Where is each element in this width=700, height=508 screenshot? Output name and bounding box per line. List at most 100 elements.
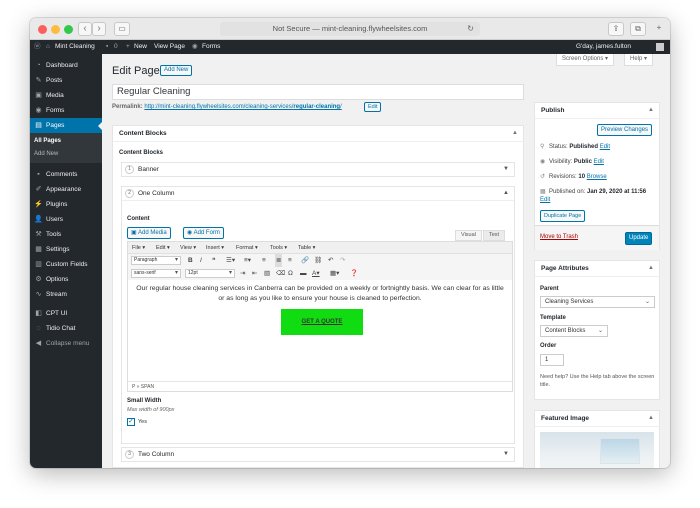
sidebar-icon[interactable]: ▭ (114, 22, 130, 36)
image-icon[interactable]: ▧ (264, 267, 270, 280)
collapse-menu-button[interactable]: ◀ Collapse menu (30, 336, 102, 351)
wysiwyg-editor[interactable]: File ▾ Edit ▾ View ▾ Insert ▾ Format ▾ T… (127, 241, 513, 392)
parent-select[interactable]: Cleaning Services ⌄ (540, 296, 655, 308)
help-tab[interactable]: Help ▾ (624, 54, 654, 66)
add-form-button[interactable]: ◉ Add Form (183, 227, 224, 239)
chevron-left-icon[interactable]: ‹ (78, 22, 92, 36)
unlink-icon[interactable]: ⛓ (314, 254, 322, 267)
address-bar[interactable]: Not Secure — mint-cleaning.flywheelsites… (220, 22, 480, 36)
edit-permalink-button[interactable]: Edit (364, 102, 382, 112)
omega-icon[interactable]: Ω (288, 267, 293, 280)
sidebar-item-plugins[interactable]: ⚡ Plugins (30, 197, 102, 212)
caret-up-icon[interactable]: ▲ (503, 187, 509, 200)
align-left-icon[interactable]: ≡ (262, 254, 266, 267)
publish-header[interactable]: Publish ▲ (535, 103, 659, 119)
new-link[interactable]: New (134, 40, 147, 54)
sidebar-item-users[interactable]: 👤 Users (30, 212, 102, 227)
sidebar-item-pages[interactable]: ▤ Pages (30, 118, 102, 133)
align-right-icon[interactable]: ≡ (288, 254, 292, 267)
undo-icon[interactable]: ↶ (328, 254, 333, 267)
menu-format[interactable]: Format ▾ (236, 242, 258, 254)
help-icon[interactable]: ❓ (350, 267, 358, 280)
submenu-add-new[interactable]: Add New (34, 151, 58, 157)
submenu-all-pages[interactable]: All Pages (34, 138, 61, 144)
paragraph-select[interactable]: Paragraph ▾ (131, 256, 181, 265)
sidebar-item-dashboard[interactable]: ◔ Dashboard (30, 58, 102, 73)
italic-icon[interactable]: I (200, 254, 202, 267)
caret-up-icon[interactable]: ▲ (648, 411, 654, 426)
sidebar-item-tools[interactable]: ⚒ Tools (30, 227, 102, 242)
tabs-icon[interactable]: ⧉ (630, 22, 646, 36)
featured-image-header[interactable]: Featured Image ▲ (535, 411, 659, 427)
caret-up-icon[interactable]: ▲ (648, 261, 654, 276)
clear-format-icon[interactable]: ⌫ (276, 267, 285, 280)
sidebar-item-tidio-chat[interactable]: ◌ Tidio Chat (30, 321, 102, 336)
page-attributes-header[interactable]: Page Attributes ▲ (535, 261, 659, 277)
link-icon[interactable]: 🔗 (301, 254, 309, 267)
title-input[interactable]: Regular Cleaning (112, 84, 524, 100)
sidebar-item-settings[interactable]: ▦ Settings (30, 242, 102, 257)
sidebar-item-appearance[interactable]: ✐ Appearance (30, 182, 102, 197)
indent-icon[interactable]: ⇥ (240, 267, 245, 280)
caret-down-icon[interactable]: ▼ (503, 163, 509, 176)
zoom-window-button[interactable] (64, 25, 73, 34)
edit-status-link[interactable]: Edit (600, 144, 610, 150)
bullet-list-icon[interactable]: ☰▾ (226, 254, 235, 267)
get-a-quote-button[interactable]: GET A QUOTE (281, 309, 363, 335)
featured-image[interactable] (540, 432, 654, 468)
sidebar-item-custom-fields[interactable]: ▥ Custom Fields (30, 257, 102, 272)
close-window-button[interactable] (38, 25, 47, 34)
caret-down-icon[interactable]: ▼ (503, 448, 509, 461)
font-family-select[interactable]: sans-serif ▾ (131, 269, 181, 278)
user-greeting[interactable]: G'day, james.fulton (576, 40, 631, 54)
update-button[interactable]: Update (625, 232, 653, 245)
bold-icon[interactable]: B (188, 254, 193, 267)
redo-icon[interactable]: ↷ (340, 254, 345, 267)
sidebar-item-media[interactable]: ▣ Media (30, 88, 102, 103)
menu-tools[interactable]: Tools ▾ (270, 242, 287, 254)
tab-text[interactable]: Text (483, 230, 506, 241)
add-new-button[interactable]: Add New (160, 65, 193, 76)
layout-row[interactable]: 1 Banner ▼ (121, 162, 515, 177)
align-center-icon[interactable]: ≣ (275, 254, 283, 267)
small-width-checkbox[interactable]: ✓ (127, 418, 135, 426)
caret-up-icon[interactable]: ▲ (648, 103, 654, 118)
duplicate-page-button[interactable]: Duplicate Page (540, 210, 586, 222)
order-input[interactable]: 1 (540, 354, 564, 366)
sidebar-item-comments[interactable]: ▪ Comments (30, 167, 102, 182)
comments-icon[interactable]: ▪ (106, 40, 108, 54)
edit-visibility-link[interactable]: Edit (594, 159, 604, 165)
outdent-icon[interactable]: ⇤ (252, 267, 257, 280)
menu-table[interactable]: Table ▾ (298, 242, 315, 254)
chevron-right-icon[interactable]: › (92, 22, 106, 36)
tab-visual[interactable]: Visual (455, 230, 482, 241)
menu-file[interactable]: File ▾ (132, 242, 145, 254)
move-to-trash-link[interactable]: Move to Trash (540, 234, 578, 240)
template-select[interactable]: Content Blocks ⌄ (540, 325, 608, 337)
text-color-icon[interactable]: A▾ (312, 267, 320, 280)
edit-date-link[interactable]: Edit (540, 197, 550, 203)
layout-row[interactable]: 3 Two Column ▼ (121, 447, 515, 462)
caret-up-icon[interactable]: ▲ (512, 126, 518, 141)
sidebar-item-options[interactable]: ⚙ Options (30, 272, 102, 287)
avatar[interactable] (656, 43, 664, 51)
content-blocks-header[interactable]: Content Blocks ▲ (113, 126, 523, 142)
horizontal-rule-icon[interactable]: ▬ (300, 267, 307, 280)
view-page-link[interactable]: View Page (154, 40, 185, 54)
screen-options-tab[interactable]: Screen Options ▾ (556, 54, 615, 66)
menu-view[interactable]: View ▾ (180, 242, 196, 254)
blockquote-icon[interactable]: ❝ (212, 254, 216, 267)
font-size-select[interactable]: 12pt ▾ (185, 269, 235, 278)
sidebar-item-posts[interactable]: ✎ Posts (30, 73, 102, 88)
site-name-link[interactable]: Mint Cleaning (55, 40, 95, 54)
permalink-link[interactable]: http://mint-cleaning.flywheelsites.com/c… (144, 104, 341, 110)
forms-link[interactable]: Forms (202, 40, 220, 54)
menu-edit[interactable]: Edit ▾ (156, 242, 170, 254)
menu-insert[interactable]: Insert ▾ (206, 242, 224, 254)
reload-icon[interactable]: ↻ (467, 22, 474, 36)
sidebar-item-cpt-ui[interactable]: ◧ CPT UI (30, 306, 102, 321)
table-icon[interactable]: ▦▾ (330, 267, 339, 280)
add-media-button[interactable]: ▣ Add Media (127, 227, 171, 239)
minimize-window-button[interactable] (51, 25, 60, 34)
sidebar-item-forms[interactable]: ◉ Forms (30, 103, 102, 118)
